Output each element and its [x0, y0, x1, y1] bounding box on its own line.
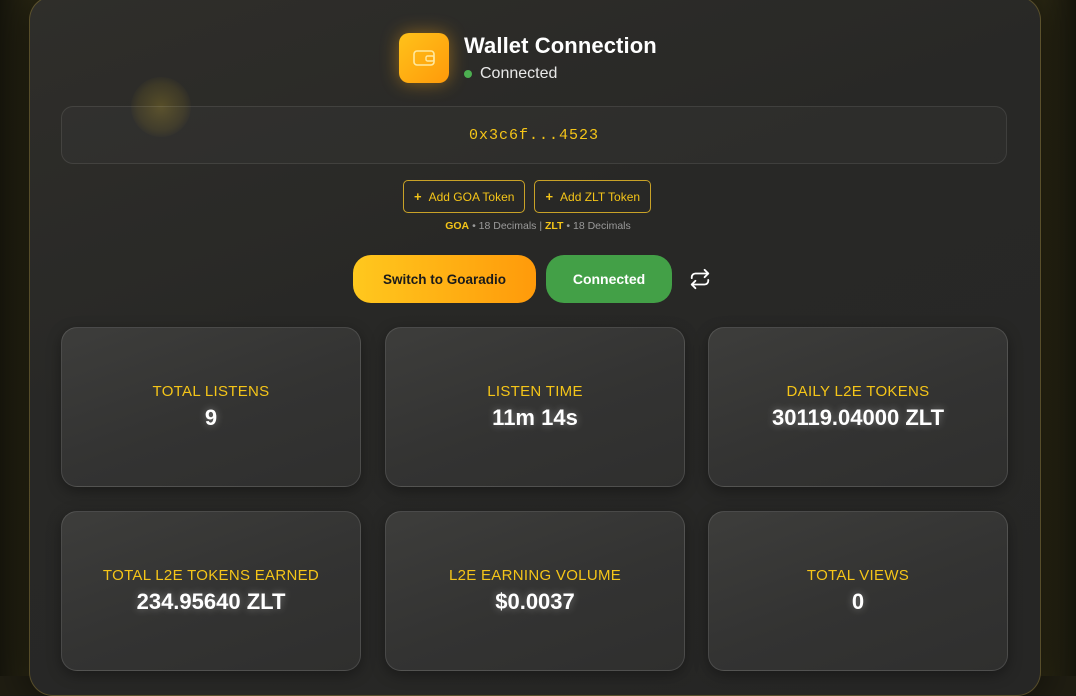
page-title: Wallet Connection: [464, 33, 657, 58]
stat-card-total-views: TOTAL VIEWS 0: [708, 511, 1008, 671]
stat-value: $0.0037: [495, 589, 575, 614]
stat-value: 30119.04000 ZLT: [771, 405, 945, 430]
connection-status: Connected: [464, 65, 657, 83]
wallet-address-box: 0x3c6f...4523: [61, 106, 1007, 164]
wallet-address: 0x3c6f...4523: [468, 126, 600, 144]
add-zlt-token-button[interactable]: + Add ZLT Token: [534, 180, 652, 213]
stat-value: 11m 14s: [492, 405, 578, 430]
stat-label: LISTEN TIME: [487, 383, 583, 400]
plus-icon: +: [545, 189, 554, 204]
add-goa-token-button[interactable]: + Add GOA Token: [403, 180, 526, 213]
switch-network-button[interactable]: Switch to Goaradio: [353, 255, 536, 303]
status-text: Connected: [480, 65, 558, 82]
stat-value: 9: [204, 405, 218, 430]
connected-button[interactable]: Connected: [546, 255, 672, 303]
wallet-icon: [399, 33, 449, 83]
plus-icon: +: [414, 189, 422, 204]
stat-value: 234.95640 ZLT: [136, 589, 286, 614]
add-zlt-token-label: Add ZLT Token: [560, 189, 641, 204]
stat-label: TOTAL VIEWS: [806, 567, 910, 584]
stat-label: TOTAL L2E TOKENS EARNED: [102, 567, 320, 584]
stat-card-daily-l2e-tokens: DAILY L2E TOKENS 30119.04000 ZLT: [708, 327, 1008, 487]
zlt-symbol: ZLT: [545, 220, 564, 232]
status-dot-icon: [464, 70, 472, 78]
add-goa-token-label: Add GOA Token: [428, 189, 515, 204]
stat-card-total-listens: TOTAL LISTENS 9: [61, 327, 361, 487]
zlt-decimals: • 18 Decimals: [566, 220, 631, 232]
token-decimals-info: GOA • 18 Decimals | ZLT • 18 Decimals: [0, 220, 1076, 232]
stat-card-total-l2e-earned: TOTAL L2E TOKENS EARNED 234.95640 ZLT: [61, 511, 361, 671]
stat-card-l2e-earning-volume: L2E EARNING VOLUME $0.0037: [385, 511, 685, 671]
wallet-header: Wallet Connection Connected: [399, 30, 657, 86]
goa-decimals: • 18 Decimals |: [472, 220, 543, 232]
stat-value: 0: [851, 589, 865, 614]
action-row: Switch to Goaradio Connected: [353, 255, 714, 303]
stat-label: TOTAL LISTENS: [152, 383, 270, 400]
goa-symbol: GOA: [445, 220, 470, 232]
token-buttons: + Add GOA Token + Add ZLT Token: [403, 180, 652, 213]
stat-card-listen-time: LISTEN TIME 11m 14s: [385, 327, 685, 487]
stat-label: DAILY L2E TOKENS: [786, 383, 930, 400]
swap-arrows-icon[interactable]: [686, 265, 714, 293]
stat-label: L2E EARNING VOLUME: [448, 567, 622, 584]
